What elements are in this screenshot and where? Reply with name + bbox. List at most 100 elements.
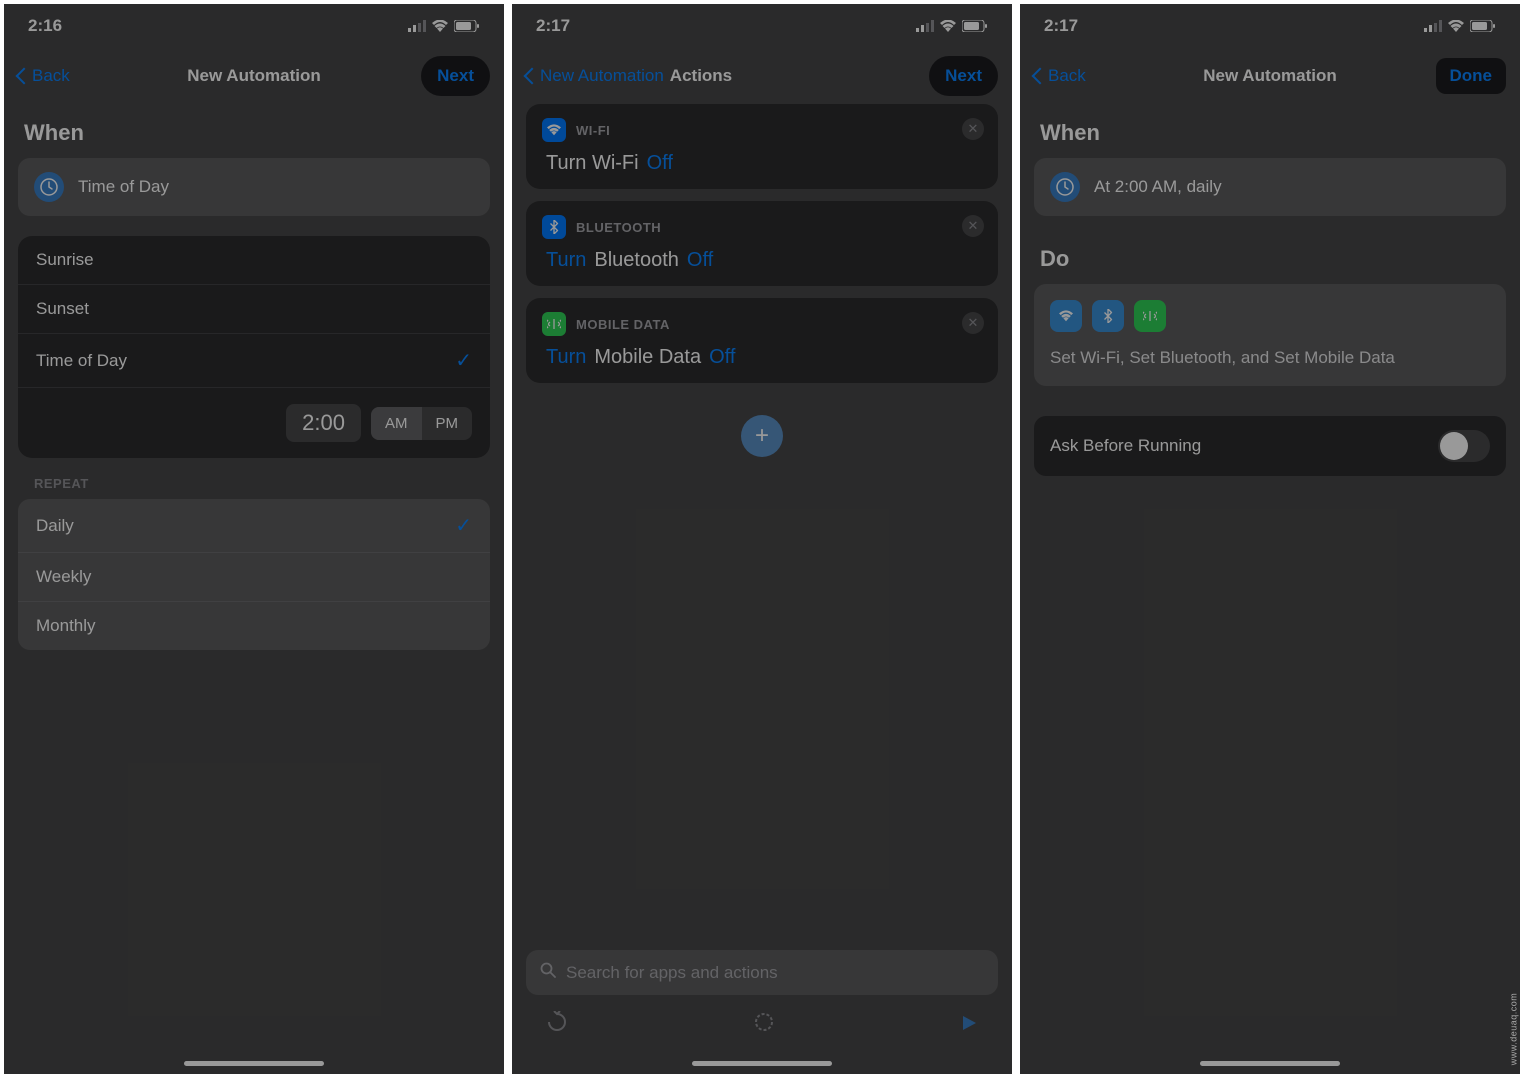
option-sunrise[interactable]: Sunrise	[18, 236, 490, 285]
search-icon	[540, 962, 556, 983]
search-placeholder: Search for apps and actions	[566, 963, 778, 983]
action-part: Mobile Data	[594, 346, 701, 369]
add-action-button[interactable]: +	[741, 415, 783, 457]
clock-time: 2:16	[28, 16, 62, 36]
home-indicator[interactable]	[692, 1061, 832, 1066]
do-card[interactable]: Set Wi-Fi, Set Bluetooth, and Set Mobile…	[1034, 284, 1506, 386]
ampm-segment: AM PM	[371, 407, 472, 440]
repeat-daily[interactable]: Daily ✓	[18, 499, 490, 553]
signal-icon	[408, 20, 426, 32]
back-label: Back	[1048, 66, 1086, 86]
repeat-option-label: Weekly	[36, 567, 91, 587]
do-summary: Set Wi-Fi, Set Bluetooth, and Set Mobile…	[1050, 346, 1490, 370]
repeat-label: REPEAT	[34, 476, 474, 491]
action-label: BLUETOOTH	[576, 220, 661, 235]
ask-toggle[interactable]	[1438, 430, 1490, 462]
check-icon: ✓	[455, 513, 472, 538]
redo-icon[interactable]	[753, 1011, 775, 1039]
option-label: Sunset	[36, 299, 89, 319]
repeat-option-label: Daily	[36, 516, 74, 536]
wifi-icon	[1448, 20, 1464, 32]
action-label: MOBILE DATA	[576, 317, 670, 332]
action-part[interactable]: Off	[687, 249, 713, 272]
action-part[interactable]: Turn	[546, 346, 586, 369]
signal-icon	[1424, 20, 1442, 32]
back-button[interactable]: Back	[1034, 66, 1086, 86]
ask-before-running-row: Ask Before Running	[1034, 416, 1506, 476]
back-button[interactable]: Back	[18, 66, 70, 86]
battery-icon	[1470, 20, 1496, 32]
content: ✕ WI-FI Turn Wi-Fi Off ✕ BLUETOOTH Turn …	[512, 104, 1012, 1055]
ask-label: Ask Before Running	[1050, 436, 1201, 456]
cell-icon	[1134, 300, 1166, 332]
nav-title: New Automation	[1203, 66, 1336, 86]
action-body: Turn Bluetooth Off	[542, 249, 982, 272]
when-title: When	[1040, 120, 1500, 146]
toggle-knob	[1440, 432, 1468, 460]
repeat-weekly[interactable]: Weekly	[18, 553, 490, 602]
repeat-option-label: Monthly	[36, 616, 96, 636]
when-card[interactable]: At 2:00 AM, daily	[1034, 158, 1506, 216]
home-indicator[interactable]	[184, 1061, 324, 1066]
action-card-cell[interactable]: ✕ MOBILE DATA Turn Mobile Data Off	[526, 298, 998, 383]
option-time-of-day[interactable]: Time of Day ✓	[18, 334, 490, 388]
clock-time: 2:17	[536, 16, 570, 36]
repeat-monthly[interactable]: Monthly	[18, 602, 490, 650]
pm-button[interactable]: PM	[422, 407, 473, 440]
play-icon[interactable]	[960, 1012, 978, 1038]
undo-icon[interactable]	[546, 1011, 568, 1039]
action-card-bt[interactable]: ✕ BLUETOOTH Turn Bluetooth Off	[526, 201, 998, 286]
trigger-card[interactable]: Time of Day	[18, 158, 490, 216]
plus-icon: +	[755, 422, 769, 450]
watermark: www.deuaq.com	[1509, 993, 1519, 1066]
time-value[interactable]: 2:00	[286, 404, 361, 442]
content: When Time of Day Sunrise Sunset Time of …	[4, 104, 504, 1055]
battery-icon	[962, 20, 988, 32]
status-bar: 2:17	[512, 4, 1012, 48]
option-label: Time of Day	[36, 351, 127, 371]
signal-icon	[916, 20, 934, 32]
nav-bar: New Automation Actions Next	[512, 48, 1012, 104]
next-button[interactable]: Next	[421, 56, 490, 96]
chevron-left-icon	[524, 68, 541, 85]
battery-icon	[454, 20, 480, 32]
remove-action-button[interactable]: ✕	[962, 215, 984, 237]
action-label: WI-FI	[576, 123, 610, 138]
back-button[interactable]: New Automation	[526, 66, 664, 86]
screen-actions: 2:17 New Automation Actions Next ✕ WI-FI…	[512, 4, 1012, 1074]
check-icon: ✓	[455, 348, 472, 373]
am-button[interactable]: AM	[371, 407, 422, 440]
remove-action-button[interactable]: ✕	[962, 118, 984, 140]
next-button[interactable]: Next	[929, 56, 998, 96]
clock-icon	[1050, 172, 1080, 202]
screen-when: 2:16 Back New Automation Next When Time …	[4, 4, 504, 1074]
action-card-wifi[interactable]: ✕ WI-FI Turn Wi-Fi Off	[526, 104, 998, 189]
home-indicator[interactable]	[1200, 1061, 1340, 1066]
when-title: When	[24, 120, 484, 146]
option-sunset[interactable]: Sunset	[18, 285, 490, 334]
remove-action-button[interactable]: ✕	[962, 312, 984, 334]
wifi-icon	[432, 20, 448, 32]
back-label: Back	[32, 66, 70, 86]
action-part[interactable]: Off	[709, 346, 735, 369]
option-label: Sunrise	[36, 250, 94, 270]
wifi-icon	[1050, 300, 1082, 332]
clock-icon	[34, 172, 64, 202]
chevron-left-icon	[1032, 68, 1049, 85]
nav-bar: Back New Automation Done	[1020, 48, 1520, 104]
time-picker-row: 2:00 AM PM	[18, 388, 490, 458]
bt-icon	[542, 215, 566, 239]
search-bar[interactable]: Search for apps and actions	[526, 950, 998, 995]
nav-title: New Automation	[187, 66, 320, 86]
action-part[interactable]: Turn	[546, 249, 586, 272]
time-popup: Sunrise Sunset Time of Day ✓ 2:00 AM PM	[18, 236, 490, 458]
repeat-list: Daily ✓ Weekly Monthly	[18, 499, 490, 650]
back-label: New Automation	[540, 66, 664, 86]
trigger-text: Time of Day	[78, 177, 169, 197]
bt-icon	[1092, 300, 1124, 332]
nav-bar: Back New Automation Next	[4, 48, 504, 104]
content: When At 2:00 AM, daily Do Set Wi-Fi, Set…	[1020, 104, 1520, 1055]
action-part[interactable]: Off	[647, 152, 673, 175]
chevron-left-icon	[16, 68, 33, 85]
done-button[interactable]: Done	[1436, 58, 1507, 94]
